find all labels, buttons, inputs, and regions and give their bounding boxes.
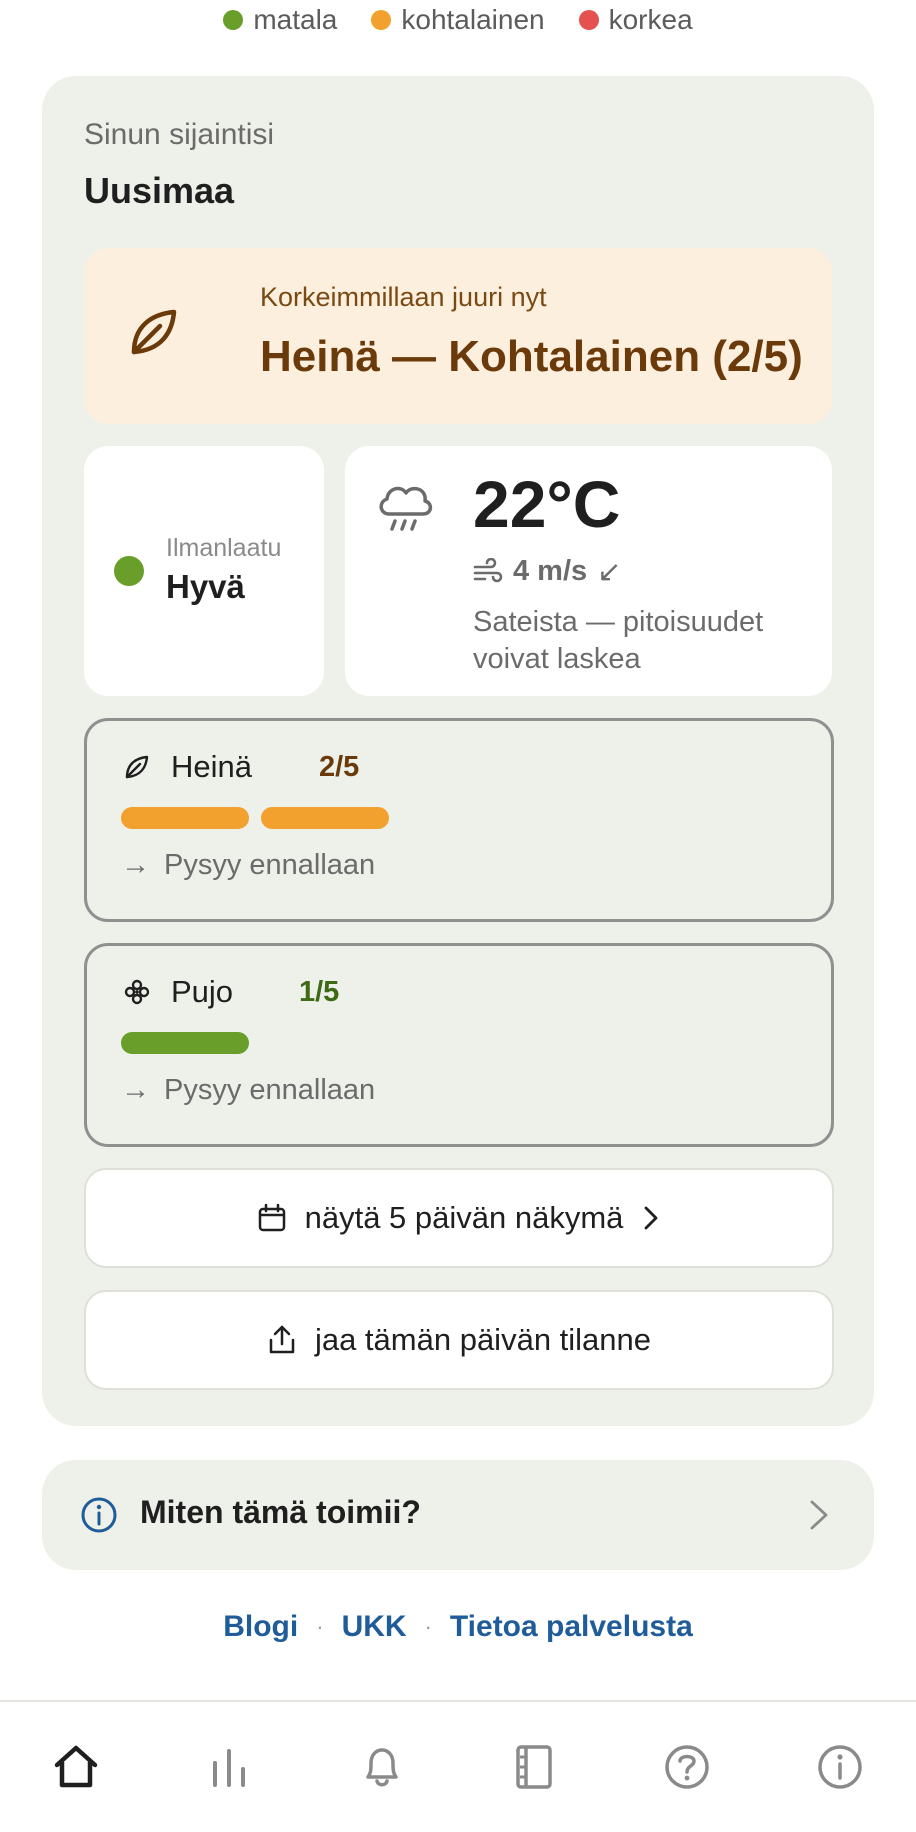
separator: · <box>424 1614 432 1639</box>
level-bar <box>261 807 389 829</box>
pollen-name: Heinä <box>171 749 252 784</box>
book-icon <box>516 1745 553 1789</box>
rain-cloud-icon <box>379 486 433 531</box>
legend-item-low: matala <box>223 4 337 36</box>
wind-row: 4 m/s ↙ <box>473 554 621 589</box>
nav-stats[interactable] <box>197 1735 261 1799</box>
pollen-card-pujo[interactable]: Pujo 1/5 → Pysyy ennallaan <box>84 943 834 1147</box>
air-quality-value: Hyvä <box>166 568 245 605</box>
weather-description: Sateista — pitoisuudet voivat laskea <box>473 606 764 675</box>
location-summary-card: Sinun sijaintisi Uusimaa Korkeimmillaan … <box>42 76 874 1426</box>
location-name: Uusimaa <box>84 170 235 211</box>
nav-help[interactable] <box>655 1735 719 1799</box>
trend-text: Pysyy ennallaan <box>164 849 376 881</box>
chart-icon <box>212 1749 245 1787</box>
home-icon <box>55 1745 98 1788</box>
nav-info[interactable] <box>808 1735 872 1799</box>
pollen-card-heina[interactable]: Heinä 2/5 → Pysyy ennallaan <box>84 718 834 922</box>
peak-value: Heinä — Kohtalainen (2/5) <box>260 332 803 381</box>
peak-label: Korkeimmillaan juuri nyt <box>260 282 547 312</box>
leaf-icon <box>125 755 149 779</box>
nav-diary[interactable] <box>502 1735 566 1799</box>
flower-icon <box>124 979 150 1005</box>
footer-link-faq[interactable]: UKK <box>342 1610 407 1644</box>
forecast-button-label: näytä 5 päivän näkymä <box>304 1200 624 1235</box>
legend-dot-high <box>578 10 599 30</box>
level-bar <box>121 807 249 829</box>
bottom-nav <box>0 1700 916 1832</box>
pollen-trend: → Pysyy ennallaan <box>121 849 375 882</box>
legend-label-medium: kohtalainen <box>401 4 545 35</box>
air-quality-label: Ilmanlaatu <box>166 534 282 562</box>
footer-links: Blogi · UKK · Tietoa palvelusta <box>0 1610 916 1644</box>
share-icon <box>269 1325 295 1354</box>
wind-speed: 4 m/s <box>513 555 588 587</box>
help-icon <box>665 1745 709 1789</box>
severity-legend: matala kohtalainen korkea <box>0 4 916 36</box>
air-quality-dot <box>114 556 144 586</box>
info-icon <box>817 1745 862 1789</box>
legend-dot-medium <box>371 10 392 30</box>
chevron-right-icon <box>810 1500 828 1530</box>
separator: · <box>316 1614 324 1639</box>
share-button[interactable]: jaa tämän päivän tilanne <box>84 1290 834 1390</box>
pollen-name: Pujo <box>171 974 234 1009</box>
footer-link-about[interactable]: Tietoa palvelusta <box>450 1610 693 1644</box>
how-it-works-card[interactable]: Miten tämä toimii? <box>42 1460 874 1570</box>
leaf-icon <box>131 309 177 355</box>
air-quality-card: Ilmanlaatu Hyvä <box>84 446 324 696</box>
nav-home[interactable] <box>44 1735 108 1799</box>
share-button-label: jaa tämän päivän tilanne <box>314 1322 652 1357</box>
pollen-score: 1/5 <box>299 976 340 1008</box>
pollen-level-bars <box>121 1032 249 1054</box>
pollen-score: 2/5 <box>319 751 360 783</box>
legend-label-low: matala <box>253 4 338 35</box>
wind-icon <box>473 557 503 582</box>
peak-pollen-card: Korkeimmillaan juuri nyt Heinä — Kohtala… <box>84 248 832 424</box>
pollen-trend: → Pysyy ennallaan <box>121 1074 375 1107</box>
nav-alerts[interactable] <box>350 1735 414 1799</box>
calendar-icon <box>258 1203 285 1232</box>
how-it-works-label: Miten tämä toimii? <box>140 1494 421 1530</box>
weather-card: 22°C 4 m/s ↙ Sateista — pitoisuudet voiv… <box>345 446 832 696</box>
trend-arrow-icon: → <box>121 1074 150 1106</box>
pollen-level-bars <box>121 807 389 829</box>
bell-icon <box>365 1748 398 1787</box>
chevron-right-icon <box>645 1206 658 1230</box>
info-icon <box>81 1497 117 1533</box>
level-bar <box>121 1032 249 1054</box>
temperature: 22°C <box>473 467 621 541</box>
location-label: Sinun sijaintisi <box>84 118 275 151</box>
legend-label-high: korkea <box>608 4 693 35</box>
legend-item-medium: kohtalainen <box>371 4 545 36</box>
wind-direction-arrow: ↙ <box>597 556 622 588</box>
legend-dot-low <box>223 10 244 30</box>
legend-item-high: korkea <box>578 4 693 36</box>
trend-text: Pysyy ennallaan <box>164 1074 376 1106</box>
trend-arrow-icon: → <box>121 849 150 881</box>
footer-link-blog[interactable]: Blogi <box>223 1610 298 1644</box>
forecast-button[interactable]: näytä 5 päivän näkymä <box>84 1168 834 1268</box>
